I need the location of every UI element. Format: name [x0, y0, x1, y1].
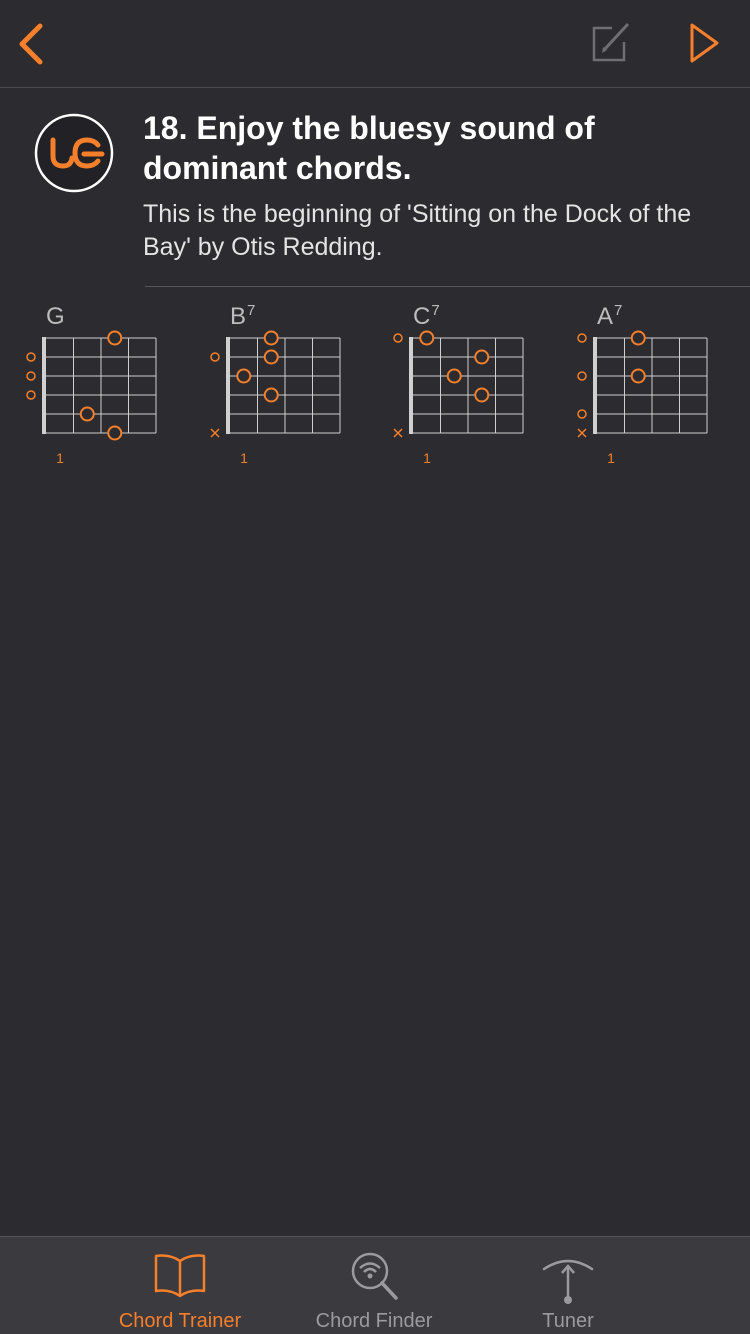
- tab-bar: Chord Trainer Chord Finder Tuner: [0, 1236, 750, 1334]
- app-screen: 18. Enjoy the bluesy sound of dominant c…: [0, 0, 750, 1334]
- finger-dot: [474, 349, 490, 365]
- finger-dot: [474, 387, 490, 403]
- chevron-left-icon: [19, 23, 43, 65]
- muted-string-marker: [577, 428, 587, 438]
- tab-label: Tuner: [542, 1310, 594, 1332]
- nut: [226, 337, 230, 434]
- chord-name: B7: [230, 302, 256, 330]
- chord-diagram-g[interactable]: 1 G: [26, 298, 186, 468]
- open-string-marker: [577, 371, 587, 381]
- finger-dot: [263, 349, 279, 365]
- lesson-title: 18. Enjoy the bluesy sound of dominant c…: [143, 110, 595, 186]
- open-string-marker: [577, 333, 587, 343]
- chord-diagram-b7[interactable]: 1 B7: [210, 298, 370, 468]
- muted-string-marker: [393, 428, 403, 438]
- finger-dot: [630, 330, 646, 346]
- tab-tuner[interactable]: Tuner: [473, 1237, 663, 1334]
- chord-name: G: [46, 303, 65, 330]
- fret-number: 1: [423, 450, 431, 466]
- nut: [42, 337, 46, 434]
- nut: [593, 337, 597, 434]
- play-button[interactable]: [684, 20, 724, 66]
- finger-dot: [236, 368, 252, 384]
- ug-logo: [34, 113, 114, 193]
- top-bar: [0, 0, 750, 88]
- finger-dot: [263, 330, 279, 346]
- divider: [145, 286, 750, 287]
- chord-name: A7: [597, 302, 623, 330]
- tab-label: Chord Finder: [315, 1310, 433, 1332]
- finger-dot: [630, 368, 646, 384]
- fret-number: 1: [240, 450, 248, 466]
- open-string-marker: [26, 390, 36, 400]
- edit-icon: [592, 22, 630, 62]
- open-string-marker: [577, 409, 587, 419]
- finger-dot: [446, 368, 462, 384]
- chord-finder-icon: [351, 1252, 398, 1300]
- open-string-marker: [26, 371, 36, 381]
- open-string-marker: [393, 333, 403, 343]
- book-icon: [154, 1254, 206, 1298]
- play-icon: [690, 23, 719, 63]
- chord-name: C7: [413, 302, 440, 330]
- edit-button[interactable]: [588, 18, 634, 64]
- tuner-icon: [542, 1259, 594, 1304]
- finger-dot: [79, 406, 95, 422]
- finger-dot: [107, 425, 123, 441]
- tab-chord-trainer[interactable]: Chord Trainer: [85, 1237, 275, 1334]
- open-string-marker: [26, 352, 36, 362]
- open-string-marker: [210, 352, 220, 362]
- muted-string-marker: [210, 428, 220, 438]
- back-button[interactable]: [12, 20, 52, 68]
- tab-chord-finder[interactable]: Chord Finder: [279, 1237, 469, 1334]
- nut: [409, 337, 413, 434]
- lesson-description: This is the beginning of 'Sitting on the…: [143, 200, 692, 261]
- tab-label: Chord Trainer: [118, 1310, 242, 1332]
- chord-diagram-a7[interactable]: 1 A7: [577, 298, 737, 468]
- finger-dot: [107, 330, 123, 346]
- finger-dot: [419, 330, 435, 346]
- fret-number: 1: [607, 450, 615, 466]
- finger-dot: [263, 387, 279, 403]
- fret-number: 1: [56, 450, 64, 466]
- chord-diagram-c7[interactable]: 1 C7: [393, 298, 553, 468]
